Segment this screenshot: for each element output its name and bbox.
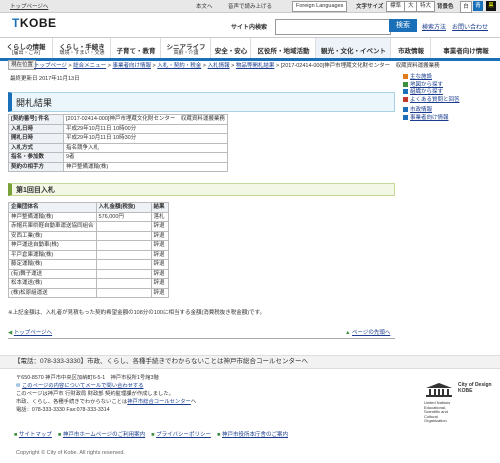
breadcrumb-item[interactable]: トップページ xyxy=(34,63,67,69)
sitemap-link[interactable]: ■ サイトマップ xyxy=(14,432,52,438)
font-xlarge-button[interactable]: 特大 xyxy=(416,1,436,12)
search-method-link[interactable]: 検索方法 xyxy=(422,22,446,31)
voice-read-link[interactable]: 音声で読み上げる xyxy=(228,2,272,10)
city-hall-guide-link[interactable]: ■ 神戸市役所本庁舎のご案内 xyxy=(217,432,288,438)
search-button[interactable]: 検索 xyxy=(389,19,417,32)
page-top-link[interactable]: ▲ ページの先頭へ xyxy=(345,328,390,336)
square-icon: ■ xyxy=(14,432,18,438)
breadcrumb: 現在位置 トップページ > 総合メニュー > 事業者向け情報 > 入札・契約・税… xyxy=(0,60,500,70)
round-title: 第1回目入札 xyxy=(8,183,395,196)
breadcrumb-label: 現在位置 xyxy=(8,60,37,70)
table-row: 入札日時 平成29年10月11日 10時00分 xyxy=(8,123,228,134)
address: 〒650-8570 神戸市中央区加納町6-5-1 神戸市役所1号館3階 xyxy=(16,375,159,381)
nav-ward-office[interactable]: 区役所・地域活動 xyxy=(250,38,316,58)
call-center-text: 市政、くらし、各種手続きでわからないことは神戸市総合コールセンターへ xyxy=(16,399,197,405)
nav-childcare-education[interactable]: 子育て・教育 xyxy=(110,38,161,58)
table-row: 入札方式 指名競争入札 xyxy=(8,142,228,153)
bg-color-label: 背景色 xyxy=(437,4,454,10)
table-header-row: 企業団体名 入札金額(税抜) 結果 xyxy=(8,202,169,213)
bullet-icon xyxy=(403,115,408,121)
breadcrumb-item[interactable]: 事業者向け情報 xyxy=(112,63,151,69)
call-center-bar: 【電話：078-333-3330】市政、くらし、各種手続きでわからないことは神戸… xyxy=(0,355,500,369)
bg-blue-button[interactable]: 青 xyxy=(473,1,483,11)
nav-business-info[interactable]: 事業者向け情報 xyxy=(430,38,500,58)
table-row: 安西工業(株) 辞退 xyxy=(8,230,169,241)
table-row: [契約番号] 件名 [2017-02414-000]神戸市埋蔵文化財センター 収蔵… xyxy=(8,114,228,125)
page-title: 開札結果 xyxy=(8,92,395,112)
sidebar: 主な施設 地図から探す 組織から探す よくある質問と回答 市政情報 事業者向け情… xyxy=(403,74,498,123)
map-icon xyxy=(403,81,408,87)
sidebar-item-faq[interactable]: よくある質問と回答 xyxy=(403,97,498,105)
bg-black-button[interactable]: 黒 xyxy=(486,1,496,11)
breadcrumb-item[interactable]: 入札・契約・税金 xyxy=(157,63,201,69)
mail-icon: ✉ xyxy=(16,383,21,389)
unesco-temple-icon xyxy=(424,382,454,398)
nav-city-administration[interactable]: 市政情報 xyxy=(390,38,431,58)
privacy-policy-link[interactable]: ■ プライバシーポリシー xyxy=(151,432,211,438)
breadcrumb-item[interactable]: 総合メニュー xyxy=(73,63,106,69)
question-icon xyxy=(403,96,408,102)
unesco-logo: City of Design KOBE United Nations Educa… xyxy=(424,380,494,423)
table-row: 契約の相手方 神戸整備運輸(株) xyxy=(8,161,228,172)
mail-link[interactable]: ✉ このページの内容についてメールで問い合わせする xyxy=(16,382,196,390)
font-size-label: 文字サイズ xyxy=(356,4,384,10)
sidebar-item-organization[interactable]: 組織から探す xyxy=(403,89,498,97)
bullet-icon xyxy=(403,107,408,113)
square-icon: ■ xyxy=(151,432,155,438)
square-icon: ■ xyxy=(58,432,62,438)
top-page-link[interactable]: トップページへ xyxy=(10,2,48,10)
city-of-design-label: City of Design KOBE xyxy=(458,382,492,394)
dept-text: このページは神戸市 行財政局 財政部 契約監理課が作成しました。 xyxy=(16,391,174,397)
usage-guide-link[interactable]: ■ 神戸市ホームページのご利用案内 xyxy=(58,432,145,438)
table-row: 藤定運輸(株) 辞退 xyxy=(8,259,169,270)
square-icon: ■ xyxy=(217,432,221,438)
nav-senior-life[interactable]: シニアライフ 高齢・介護 xyxy=(160,38,211,58)
table-row: 神戸運送自動車(株) 辞退 xyxy=(8,240,169,251)
table-row: 赤帽兵庫県軽自動車運送協同組合 辞退 xyxy=(8,221,169,232)
skip-to-content-link[interactable]: 本文へ xyxy=(196,2,213,10)
organization-icon xyxy=(403,89,408,95)
call-center-link[interactable]: 神戸市総合コールセンター xyxy=(127,399,191,405)
breadcrumb-current: [2017-02414-000]神戸市埋蔵文化財センター 収蔵資料運搬業務 xyxy=(280,63,440,69)
arrow-left-icon: ◀ xyxy=(8,330,13,336)
font-standard-button[interactable]: 標準 xyxy=(386,1,406,12)
price-note: ※上記金額は、入札者が見積もった契約希望金額の108分の100に相当する金額(消… xyxy=(8,310,266,316)
table-row: 開札日時 平成29年10月11日 10時30分 xyxy=(8,133,228,144)
table-row: 指名・参加数 9者 xyxy=(8,152,228,163)
bid-results-table: 企業団体名 入札金額(税抜) 結果 神戸整備運輸(株) 576,000円 落札 赤帽… xyxy=(8,202,169,298)
sidebar-item-business[interactable]: 事業者向け情報 xyxy=(403,115,498,123)
arrow-up-icon: ▲ xyxy=(345,330,351,336)
nav-kurashi-procedures[interactable]: くらし・手続き 環境・すまい・交通 xyxy=(52,38,111,58)
top-page-link[interactable]: ◀ トップページへ xyxy=(8,328,52,336)
page-nav: ◀ トップページへ ▲ ページの先頭へ xyxy=(8,326,395,339)
footer-links: ■ サイトマップ ■ 神戸市ホームページのご利用案内 ■ プライバシーポリシー … xyxy=(14,430,288,438)
unesco-org-label: United Nations Educational, Scientific a… xyxy=(424,400,451,423)
footer-info: 〒650-8570 神戸市中央区加納町6-5-1 神戸市役所1号館3階 ✉ この… xyxy=(16,374,196,414)
utility-bar: トップページへ 本文へ 音声で読み上げる Foreign Languages 文… xyxy=(0,0,500,13)
breadcrumb-item[interactable]: 入札情報 xyxy=(208,63,230,69)
foreign-languages-select[interactable]: Foreign Languages xyxy=(292,1,348,12)
breadcrumb-item[interactable]: 物品等開札結果 xyxy=(236,63,275,69)
sidebar-item-city-admin[interactable]: 市政情報 xyxy=(403,107,498,115)
table-row: 平戸倉庫運輸(株) 辞退 xyxy=(8,249,169,260)
contract-info-table: [契約番号] 件名 [2017-02414-000]神戸市埋蔵文化財センター 収蔵… xyxy=(8,114,228,172)
sidebar-item-facilities[interactable]: 主な施設 xyxy=(403,74,498,82)
search-input[interactable] xyxy=(275,19,391,35)
site-search-label: サイト内検索 xyxy=(231,25,268,31)
table-row: 松本運送(株) 辞退 xyxy=(8,278,169,289)
phone-fax: 電話：078-333-3330 Fax:078-333-3314 xyxy=(16,407,110,413)
last-updated: 最終更新日 2017年11月13日 xyxy=(10,76,80,82)
copyright: Copyright © City of Kobe. All rights res… xyxy=(16,450,125,456)
table-row: 神戸整備運輸(株) 576,000円 落札 xyxy=(8,211,169,222)
bg-white-button[interactable]: 白 xyxy=(460,1,472,13)
building-icon xyxy=(403,74,408,80)
table-row: (有)舞子運送 辞退 xyxy=(8,268,169,279)
nav-kurashi-info[interactable]: くらしの情報 [届出・ごみ] xyxy=(0,38,52,58)
nav-tourism-culture[interactable]: 観光・文化・イベント xyxy=(315,38,391,58)
table-row: (株)松原組運送 辞退 xyxy=(8,287,169,298)
kobe-logo[interactable]: TKOBE xyxy=(12,16,57,30)
global-nav: くらしの情報 [届出・ごみ] くらし・手続き 環境・すまい・交通 子育て・教育 … xyxy=(0,37,500,61)
inquiry-link[interactable]: お問い合わせ xyxy=(452,22,488,31)
nav-safety[interactable]: 安全・安心 xyxy=(210,38,251,58)
